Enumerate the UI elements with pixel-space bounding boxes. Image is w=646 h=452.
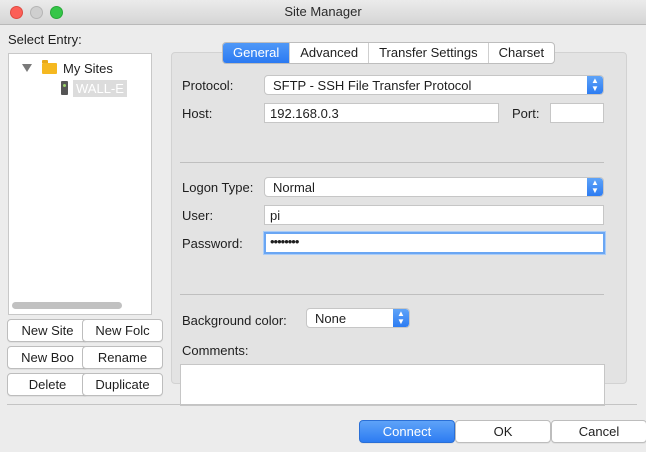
password-input[interactable]: ••••••••	[264, 232, 605, 254]
protocol-label: Protocol:	[182, 78, 234, 93]
site-tree[interactable]: My Sites WALL-E	[8, 53, 152, 315]
disclosure-triangle-icon[interactable]	[22, 64, 32, 72]
delete-button[interactable]: Delete	[7, 373, 88, 396]
tree-folder-label: My Sites	[63, 60, 113, 76]
tree-site-label: WALL-E	[73, 79, 127, 97]
select-arrows-icon: ▲ ▼	[587, 178, 603, 196]
logon-type-label: Logon Type:	[182, 180, 254, 195]
protocol-select[interactable]: SFTP - SSH File Transfer Protocol ▲ ▼	[264, 75, 604, 95]
connect-button[interactable]: Connect	[359, 420, 455, 443]
logon-type-select[interactable]: Normal ▲ ▼	[264, 177, 604, 197]
cancel-button[interactable]: Cancel	[551, 420, 646, 443]
tab-transfer-settings[interactable]: Transfer Settings	[368, 43, 488, 63]
comments-label: Comments:	[182, 343, 249, 358]
host-input[interactable]: 192.168.0.3	[264, 103, 499, 123]
settings-tabs: General Advanced Transfer Settings Chars…	[222, 42, 556, 64]
comments-textarea[interactable]	[180, 364, 605, 406]
port-input[interactable]	[550, 103, 604, 123]
host-label: Host:	[182, 106, 213, 121]
tab-charset[interactable]: Charset	[487, 43, 555, 63]
folder-icon	[42, 59, 57, 74]
ok-button[interactable]: OK	[455, 420, 551, 443]
background-color-label: Background color:	[182, 313, 287, 328]
tree-folder-my-sites[interactable]: My Sites	[22, 59, 113, 77]
tab-general[interactable]: General	[223, 43, 290, 63]
background-color-select[interactable]: None ▲ ▼	[306, 308, 410, 328]
duplicate-button[interactable]: Duplicate	[82, 373, 163, 396]
user-input[interactable]: pi	[264, 205, 604, 225]
section-divider	[180, 294, 604, 295]
user-label: User:	[182, 208, 214, 223]
port-label: Port:	[512, 106, 540, 121]
tree-horizontal-scrollbar[interactable]	[12, 302, 122, 309]
server-icon	[61, 81, 68, 95]
title-bar[interactable]: Site Manager	[0, 0, 646, 25]
logon-type-value: Normal	[273, 180, 315, 195]
rename-button[interactable]: Rename	[82, 346, 163, 369]
site-manager-window: Site Manager Select Entry: My Sites WALL…	[0, 0, 646, 452]
select-arrows-icon: ▲ ▼	[393, 309, 409, 327]
tab-advanced[interactable]: Advanced	[289, 43, 368, 63]
new-bookmark-button[interactable]: New Boo	[7, 346, 88, 369]
window-title: Site Manager	[284, 4, 362, 19]
background-color-value: None	[315, 311, 347, 326]
protocol-select-value: SFTP - SSH File Transfer Protocol	[273, 78, 472, 93]
select-arrows-icon: ▲ ▼	[587, 76, 603, 94]
password-label: Password:	[182, 236, 243, 251]
new-site-button[interactable]: New Site	[7, 319, 88, 342]
section-divider	[180, 162, 604, 163]
tree-site-wall-e[interactable]: WALL-E	[61, 79, 127, 97]
select-entry-label: Select Entry:	[8, 32, 82, 47]
footer-divider	[7, 404, 637, 405]
new-folder-button[interactable]: New Folc	[82, 319, 163, 342]
